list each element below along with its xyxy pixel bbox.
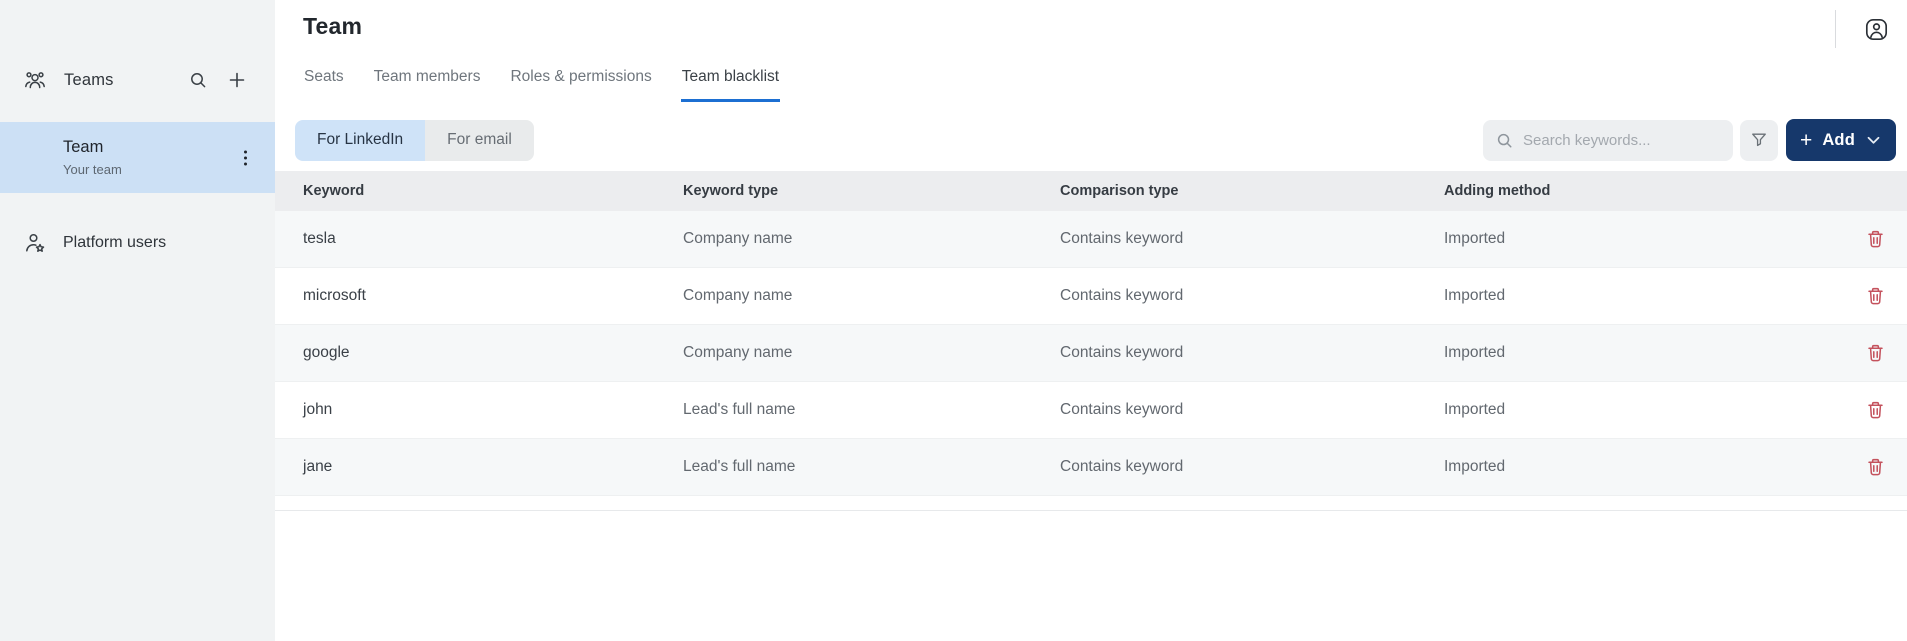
cell-adding-method: Imported: [1444, 344, 1847, 362]
tab-team-blacklist[interactable]: Team blacklist: [681, 68, 780, 102]
cell-adding-method: Imported: [1444, 230, 1847, 248]
blacklist-table: Keyword Keyword type Comparison type Add…: [275, 171, 1907, 511]
cell-comparison-type: Contains keyword: [1060, 401, 1444, 419]
column-header-keyword-type: Keyword type: [683, 183, 1060, 199]
cell-adding-method: Imported: [1444, 401, 1847, 419]
table-row: google Company name Contains keyword Imp…: [275, 325, 1907, 382]
plus-icon: +: [1800, 130, 1812, 151]
delete-keyword-button[interactable]: [1857, 278, 1893, 314]
person-star-icon: [23, 231, 47, 255]
page-title: Team: [303, 13, 1907, 40]
trash-icon: [1866, 457, 1885, 477]
table-row: microsoft Company name Contains keyword …: [275, 268, 1907, 325]
cell-keyword-type: Company name: [683, 230, 1060, 248]
avatar-icon: [1864, 17, 1889, 42]
delete-keyword-button[interactable]: [1857, 392, 1893, 428]
delete-keyword-button[interactable]: [1857, 335, 1893, 371]
table-row: jane Lead's full name Contains keyword I…: [275, 439, 1907, 496]
controls-row: For LinkedIn For email +: [275, 119, 1907, 161]
header-divider: [1835, 10, 1836, 48]
cell-adding-method: Imported: [1444, 458, 1847, 476]
trash-icon: [1866, 343, 1885, 363]
trash-icon: [1866, 229, 1885, 249]
add-keyword-button[interactable]: + Add: [1786, 119, 1896, 161]
cell-adding-method: Imported: [1444, 287, 1847, 305]
table-bottom-border: [275, 496, 1907, 511]
teams-sidebar: Teams Team Your team: [0, 0, 275, 641]
cell-keyword-type: Company name: [683, 287, 1060, 305]
sidebar-header: Teams: [0, 62, 275, 98]
search-icon: [188, 70, 208, 90]
sidebar-title: Teams: [64, 71, 186, 90]
sidebar-item-team[interactable]: Team Your team: [0, 122, 275, 193]
cell-comparison-type: Contains keyword: [1060, 344, 1444, 362]
user-avatar-button[interactable]: [1864, 17, 1889, 42]
filter-funnel-icon: [1749, 130, 1769, 150]
cell-keyword: john: [303, 401, 683, 419]
team-options-button[interactable]: [240, 146, 251, 169]
tab-team-members[interactable]: Team members: [373, 68, 482, 102]
table-header-row: Keyword Keyword type Comparison type Add…: [275, 171, 1907, 211]
delete-keyword-button[interactable]: [1857, 449, 1893, 485]
search-keywords-input[interactable]: [1523, 132, 1721, 149]
trash-icon: [1866, 400, 1885, 420]
delete-keyword-button[interactable]: [1857, 221, 1893, 257]
cell-comparison-type: Contains keyword: [1060, 458, 1444, 476]
kebab-menu-icon: [244, 150, 247, 153]
filter-button[interactable]: [1740, 120, 1778, 161]
toggle-for-email[interactable]: For email: [425, 120, 534, 161]
blacklist-type-toggle: For LinkedIn For email: [295, 120, 534, 161]
add-team-button[interactable]: [226, 69, 248, 91]
tab-roles-permissions[interactable]: Roles & permissions: [509, 68, 652, 102]
cell-keyword-type: Lead's full name: [683, 401, 1060, 419]
column-header-adding-method: Adding method: [1444, 183, 1847, 199]
table-row: john Lead's full name Contains keyword I…: [275, 382, 1907, 439]
toggle-for-linkedin[interactable]: For LinkedIn: [295, 120, 425, 161]
cell-keyword: microsoft: [303, 287, 683, 305]
keyword-search-box: [1483, 120, 1733, 161]
cell-keyword: google: [303, 344, 683, 362]
search-teams-button[interactable]: [186, 68, 210, 92]
cell-comparison-type: Contains keyword: [1060, 230, 1444, 248]
trash-icon: [1866, 286, 1885, 306]
people-group-icon: [23, 68, 47, 92]
column-header-keyword: Keyword: [303, 183, 683, 199]
table-body: tesla Company name Contains keyword Impo…: [275, 211, 1907, 496]
cell-keyword: tesla: [303, 230, 683, 248]
platform-users-label: Platform users: [63, 234, 166, 252]
cell-keyword: jane: [303, 458, 683, 476]
cell-keyword-type: Company name: [683, 344, 1060, 362]
magnifier-icon: [1495, 131, 1514, 150]
right-controls: + Add: [1483, 119, 1896, 161]
add-button-label: Add: [1822, 131, 1855, 150]
sidebar-item-platform-users[interactable]: Platform users: [0, 215, 275, 271]
team-tabs: Seats Team members Roles & permissions T…: [303, 68, 1907, 102]
table-row: tesla Company name Contains keyword Impo…: [275, 211, 1907, 268]
main-content: Team Seats Team members Roles & permissi…: [275, 0, 1907, 641]
top-right-area: [1835, 10, 1889, 48]
chevron-down-icon: [1867, 136, 1880, 145]
cell-keyword-type: Lead's full name: [683, 458, 1060, 476]
column-header-comparison-type: Comparison type: [1060, 183, 1444, 199]
cell-comparison-type: Contains keyword: [1060, 287, 1444, 305]
plus-icon: [228, 71, 246, 89]
tab-seats[interactable]: Seats: [303, 68, 345, 102]
